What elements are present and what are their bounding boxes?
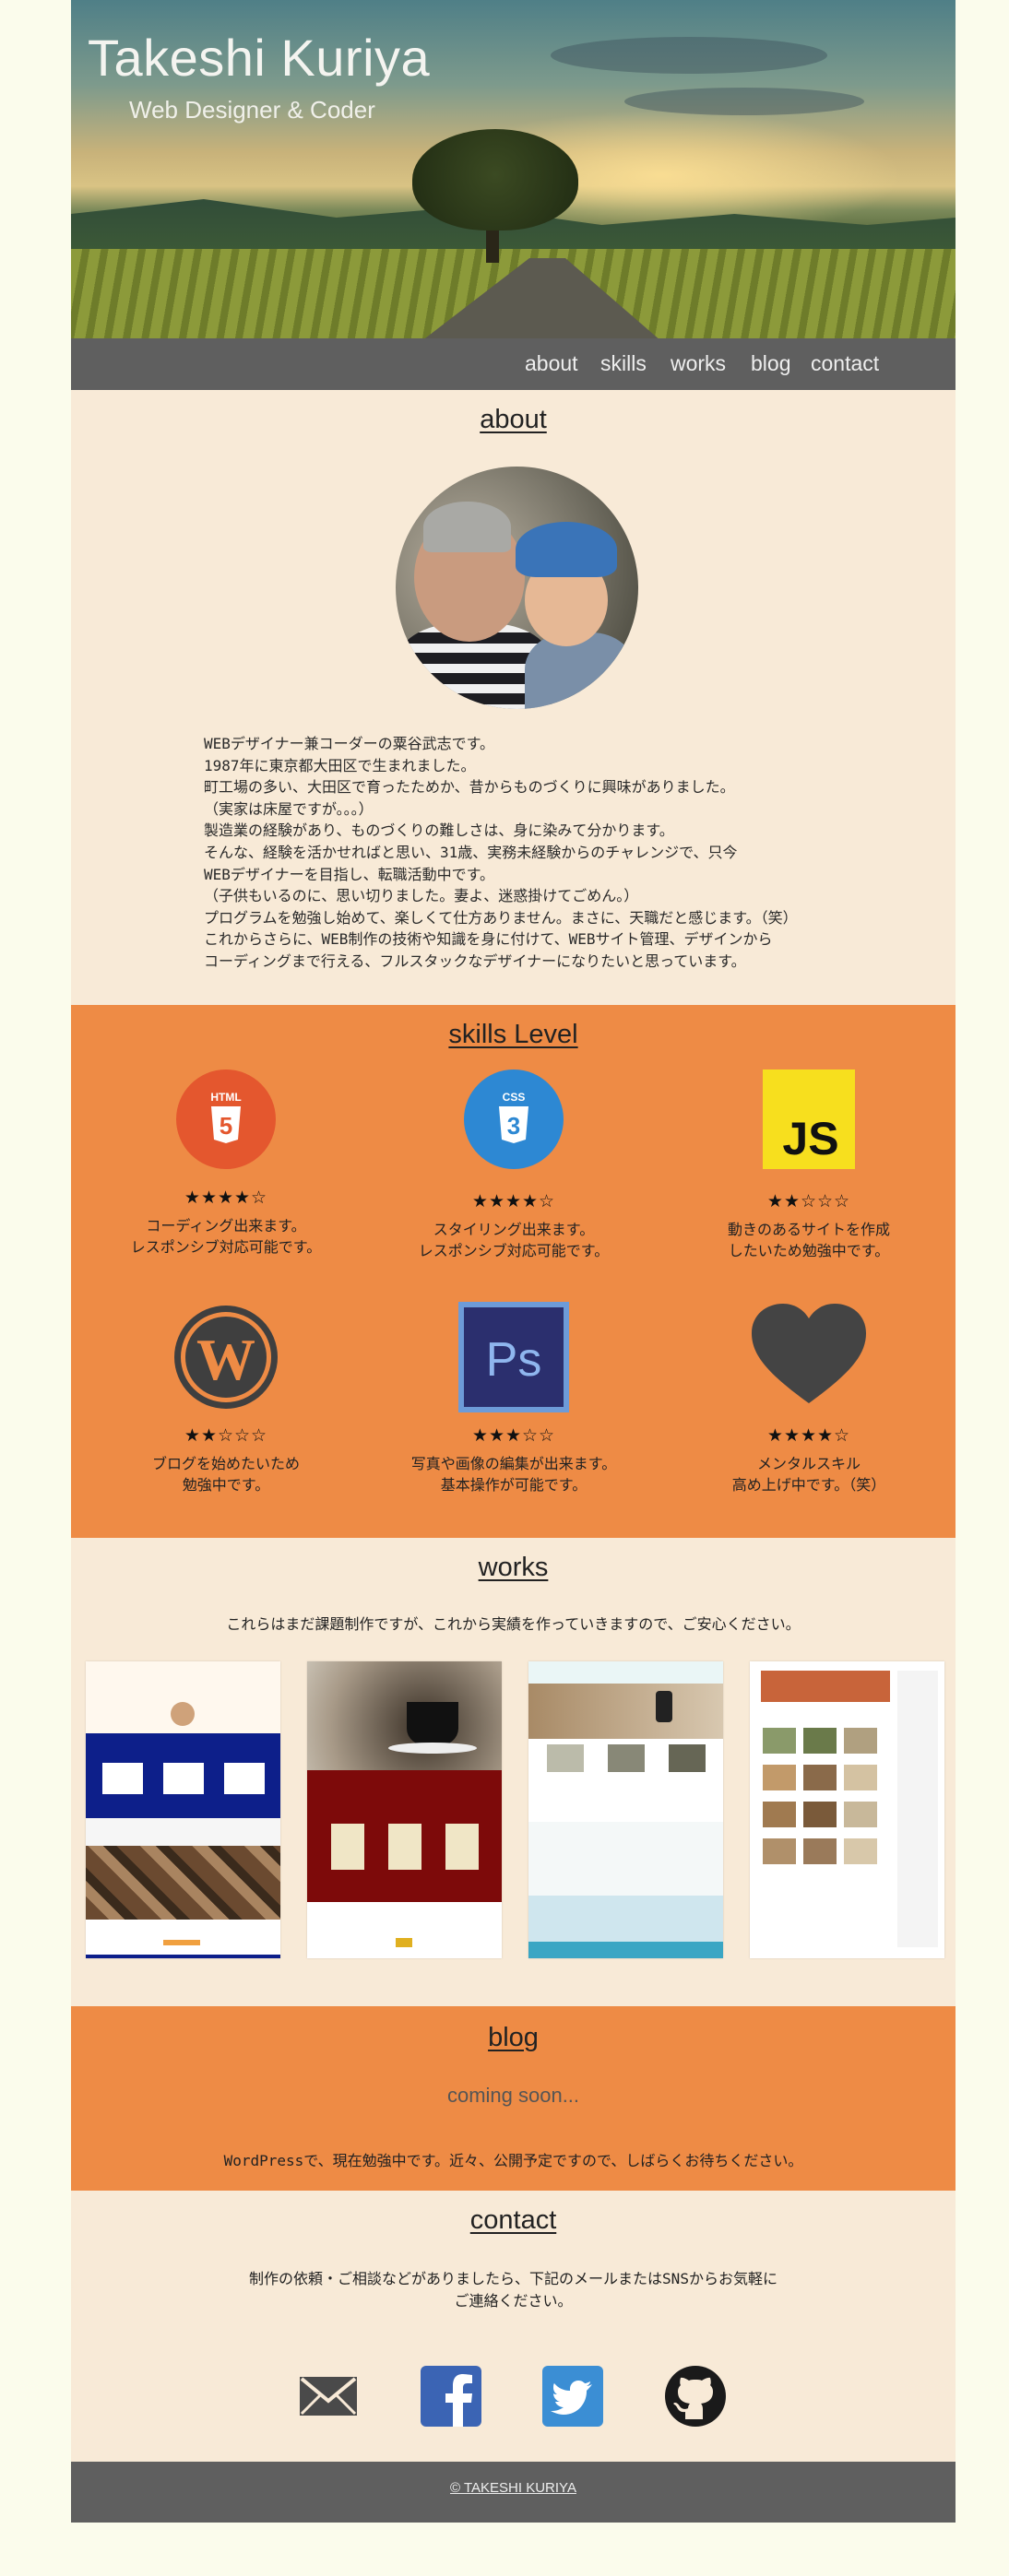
skill-html-stars: ★★★★☆ [184, 1188, 268, 1208]
photoshop-icon: Ps [458, 1302, 569, 1412]
js-icon-label: JS [782, 1113, 838, 1164]
skill-photoshop-stars: ★★★☆☆ [471, 1425, 556, 1446]
contact-message: 制作の依頼・ご相談などがありましたら、下記のメールまたはSNSからお気軽に ご連… [249, 2270, 778, 2310]
nav-works[interactable]: works [671, 351, 726, 376]
hero-tree-canopy [412, 129, 578, 230]
skill-mental-stars: ★★★★☆ [766, 1425, 851, 1446]
nav-about[interactable]: about [525, 351, 578, 376]
facebook-icon[interactable] [419, 2364, 483, 2428]
photo-child-shirt [525, 632, 635, 709]
nav-skills[interactable]: skills [600, 351, 647, 376]
svg-text:5: 5 [220, 1112, 232, 1140]
skill-css: CSS 3 ★★★★☆ スタイリング出来ます。 レスポンシブ対応可能です。 [375, 1069, 652, 1261]
footer-copyright-link[interactable]: © TAKESHI KURIYA [71, 2480, 956, 2496]
skill-wordpress-desc: ブログを始めたいため 勉強中です。 [151, 1455, 300, 1494]
css3-icon: CSS 3 [464, 1069, 564, 1169]
svg-text:W: W [196, 1327, 255, 1392]
blog-coming-soon: coming soon... [446, 2084, 580, 2107]
site-name: Takeshi Kuriya [88, 29, 431, 87]
blog-title: blog [488, 2023, 539, 2052]
hero-cloud [624, 88, 864, 115]
profile-photo [396, 467, 638, 709]
twitter-icon[interactable] [540, 2364, 605, 2428]
html5-icon-label: HTML [210, 1091, 241, 1104]
skill-mental-desc: メンタルスキル 高め上げ中です。（笑） [731, 1455, 886, 1494]
main-nav: about skills works blog contact [71, 338, 956, 390]
works-section: works これらはまだ課題制作ですが、これから実績を作っていきますので、ご安心… [71, 1538, 956, 2006]
skill-js-desc: 動きのあるサイトを作成 したいため勉強中です。 [727, 1221, 890, 1259]
blog-note: WordPressで、現在勉強中です。近々、公開予定ですので、しばらくお待ちくだ… [223, 2152, 803, 2169]
skill-html-desc: コーディング出来ます。 レスポンシブ対応可能です。 [130, 1217, 322, 1256]
work-thumbnail-2[interactable] [307, 1661, 502, 1958]
skill-photoshop: Ps ★★★☆☆ 写真や画像の編集が出来ます。 基本操作が可能です。 [375, 1302, 652, 1495]
work-thumbnail-4[interactable] [750, 1661, 944, 1958]
skill-mental: ★★★★☆ メンタルスキル 高め上げ中です。（笑） [671, 1302, 947, 1495]
works-title: works [478, 1553, 549, 1582]
site-footer: © TAKESHI KURIYA [71, 2462, 956, 2523]
skill-js-stars: ★★☆☆☆ [766, 1191, 851, 1211]
wordpress-icon: W [174, 1306, 278, 1409]
contact-section: contact 制作の依頼・ご相談などがありましたら、下記のメールまたはSNSか… [71, 2191, 956, 2462]
skills-section: skills Level HTML 5 ★★★★☆ コーディング出来ます。 レス… [71, 1005, 956, 1538]
skills-title: skills Level [448, 1020, 578, 1049]
css3-icon-label: CSS [503, 1091, 526, 1104]
photo-child-hat [516, 522, 617, 577]
site-tagline: Web Designer & Coder [129, 96, 375, 124]
works-lead: これらはまだ課題制作ですが、これから実績を作っていきますので、ご安心ください。 [226, 1615, 801, 1633]
hero-header: Takeshi Kuriya Web Designer & Coder [71, 0, 956, 338]
photo-beanie [423, 502, 511, 552]
work-thumbnail-3[interactable] [528, 1661, 723, 1958]
skill-wordpress: W ★★☆☆☆ ブログを始めたいため 勉強中です。 [88, 1302, 364, 1495]
github-icon[interactable] [663, 2364, 728, 2428]
html5-icon: HTML 5 [176, 1069, 276, 1169]
work-thumbnail-1[interactable] [86, 1661, 280, 1958]
skill-photoshop-desc: 写真や画像の編集が出来ます。 基本操作が可能です。 [410, 1455, 617, 1494]
skill-wordpress-stars: ★★☆☆☆ [184, 1425, 268, 1446]
hero-cloud [551, 37, 827, 74]
svg-text:3: 3 [507, 1112, 520, 1140]
skill-js: JS ★★☆☆☆ 動きのあるサイトを作成 したいため勉強中です。 [671, 1069, 947, 1261]
blog-section: blog coming soon... WordPressで、現在勉強中です。近… [71, 2006, 956, 2191]
heart-icon [752, 1304, 866, 1403]
mail-icon[interactable] [296, 2364, 361, 2428]
skill-html: HTML 5 ★★★★☆ コーディング出来ます。 レスポンシブ対応可能です。 [88, 1069, 364, 1258]
skill-css-desc: スタイリング出来ます。 レスポンシブ対応可能です。 [418, 1221, 610, 1259]
nav-contact[interactable]: contact [811, 351, 879, 376]
nav-blog[interactable]: blog [751, 351, 790, 376]
about-title: about [480, 405, 547, 434]
contact-title: contact [469, 2205, 557, 2235]
ps-icon-label: Ps [486, 1333, 542, 1387]
about-text: WEBデザイナー兼コーダーの粟谷武志です。 1987年に東京都大田区で生まれまし… [204, 735, 798, 970]
skill-css-stars: ★★★★☆ [471, 1191, 556, 1211]
javascript-icon: JS [763, 1069, 855, 1169]
about-section: about WEBデザイナー兼コーダーの粟谷武志です。 1987年に東京都大田区… [71, 390, 956, 1005]
page-container: Takeshi Kuriya Web Designer & Coder abou… [71, 0, 956, 2523]
